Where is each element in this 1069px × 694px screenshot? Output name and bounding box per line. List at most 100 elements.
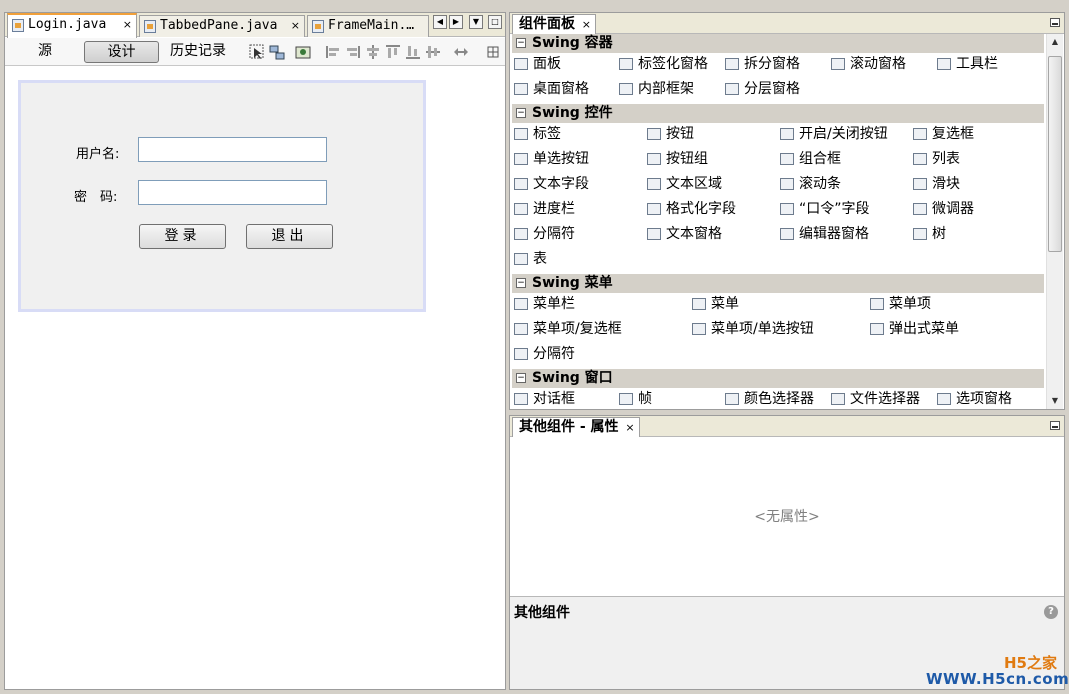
collapse-icon[interactable]: −	[516, 38, 526, 48]
palette-tab[interactable]: 组件面板 ×	[512, 14, 596, 34]
tab-list-icon[interactable]: ▼	[469, 15, 483, 29]
category-swing-containers[interactable]: − Swing 容器	[512, 34, 1044, 53]
palette-item-text-pane[interactable]: 文本窗格	[645, 223, 722, 245]
tab-next-icon[interactable]: ▶	[449, 15, 463, 29]
palette-item-color-chooser[interactable]: 颜色选择器	[723, 388, 814, 410]
palette-item-progress-bar[interactable]: 进度栏	[512, 198, 575, 220]
maximize-icon[interactable]: □	[488, 15, 502, 29]
close-icon[interactable]: ×	[582, 15, 591, 34]
scroll-up-icon[interactable]: ▲	[1047, 34, 1063, 50]
palette-item-label[interactable]: 标签	[512, 123, 561, 145]
category-swing-windows[interactable]: − Swing 窗口	[512, 369, 1044, 388]
internal-frame-icon	[619, 83, 633, 95]
category-swing-menus[interactable]: − Swing 菜单	[512, 274, 1044, 293]
palette-item-text-field[interactable]: 文本字段	[512, 173, 589, 195]
palette-item-editor-pane[interactable]: 编辑器窗格	[778, 223, 869, 245]
help-icon[interactable]: ?	[1044, 605, 1058, 619]
scrollbar-thumb[interactable]	[1048, 56, 1062, 252]
palette-item-split-pane[interactable]: 拆分窗格	[723, 53, 800, 75]
password-field[interactable]	[138, 180, 327, 205]
category-swing-controls[interactable]: − Swing 控件	[512, 104, 1044, 123]
item-label: 表	[533, 251, 547, 267]
collapse-icon[interactable]: −	[516, 108, 526, 118]
palette-item-list[interactable]: 列表	[911, 148, 960, 170]
tab-framemain-java[interactable]: FrameMain.…	[307, 15, 429, 37]
properties-tab[interactable]: 其他组件 - 属性 ×	[512, 417, 640, 437]
palette-item-popup-menu[interactable]: 弹出式菜单	[868, 318, 959, 340]
palette-item-dialog[interactable]: 对话框	[512, 388, 575, 410]
tab-prev-icon[interactable]: ◀	[433, 15, 447, 29]
item-label: 滚动条	[799, 176, 841, 192]
close-icon[interactable]: ×	[123, 15, 132, 35]
editor-pane-icon	[780, 228, 794, 240]
minimize-icon[interactable]	[1050, 421, 1060, 430]
palette-item-button-group[interactable]: 按钮组	[645, 148, 708, 170]
minimize-icon[interactable]	[1050, 18, 1060, 27]
collapse-icon[interactable]: −	[516, 278, 526, 288]
item-label: 菜单项/单选按钮	[711, 321, 814, 337]
combo-box-icon	[780, 153, 794, 165]
palette-item-scroll-pane[interactable]: 滚动窗格	[829, 53, 906, 75]
palette-item-menu[interactable]: 菜单	[690, 293, 739, 315]
palette-item-internal-frame[interactable]: 内部框架	[617, 78, 694, 100]
close-icon[interactable]: ×	[291, 16, 300, 36]
username-field[interactable]	[138, 137, 327, 162]
palette-item-checkbox-menu-item[interactable]: 菜单项/复选框	[512, 318, 622, 340]
center-horizontally-icon[interactable]	[365, 44, 381, 60]
palette-item-scroll-bar[interactable]: 滚动条	[778, 173, 841, 195]
palette-item-button[interactable]: 按钮	[645, 123, 694, 145]
palette-item-slider[interactable]: 滑块	[911, 173, 960, 195]
scroll-down-icon[interactable]: ▼	[1047, 393, 1063, 409]
palette-item-tree[interactable]: 树	[911, 223, 946, 245]
resize-vertical-icon[interactable]	[485, 44, 501, 60]
tab-login-java[interactable]: Login.java ×	[7, 13, 137, 38]
palette-item-frame[interactable]: 帧	[617, 388, 652, 410]
item-label: 列表	[932, 151, 960, 167]
palette-item-layered-pane[interactable]: 分层窗格	[723, 78, 800, 100]
palette-item-combo-box[interactable]: 组合框	[778, 148, 841, 170]
palette-item-menu-separator[interactable]: 分隔符	[512, 343, 575, 365]
resize-horizontal-icon[interactable]	[453, 44, 469, 60]
selection-mode-icon[interactable]	[249, 44, 265, 60]
palette-item-desktop-pane[interactable]: 桌面窗格	[512, 78, 589, 100]
palette-item-spinner[interactable]: 微调器	[911, 198, 974, 220]
preview-design-icon[interactable]	[295, 44, 311, 60]
login-button[interactable]: 登录	[139, 224, 226, 249]
palette-item-password-field[interactable]: “口令”字段	[778, 198, 870, 220]
center-vertically-icon[interactable]	[425, 44, 441, 60]
palette-item-menu-item[interactable]: 菜单项	[868, 293, 931, 315]
item-label: 分隔符	[533, 346, 575, 362]
exit-button[interactable]: 退出	[246, 224, 333, 249]
palette-item-panel[interactable]: 面板	[512, 53, 561, 75]
item-label: 树	[932, 226, 946, 242]
align-top-icon[interactable]	[385, 44, 401, 60]
design-button[interactable]: 设计	[84, 41, 159, 63]
palette-item-text-area[interactable]: 文本区域	[645, 173, 722, 195]
palette-item-tabbed-pane[interactable]: 标签化窗格	[617, 53, 708, 75]
item-label: 文本窗格	[666, 226, 722, 242]
history-button[interactable]: 历史记录	[163, 41, 233, 63]
text-area-icon	[647, 178, 661, 190]
palette-item-formatted-field[interactable]: 格式化字段	[645, 198, 736, 220]
palette-item-menu-bar[interactable]: 菜单栏	[512, 293, 575, 315]
palette-item-table[interactable]: 表	[512, 248, 547, 270]
palette-item-file-chooser[interactable]: 文件选择器	[829, 388, 920, 410]
connection-mode-icon[interactable]	[269, 44, 285, 60]
menu-bar-icon	[514, 298, 528, 310]
palette-item-separator[interactable]: 分隔符	[512, 223, 575, 245]
palette-item-toolbar[interactable]: 工具栏	[935, 53, 998, 75]
tab-tabbedpane-java[interactable]: TabbedPane.java ×	[139, 15, 305, 37]
editor-toolbar: 源 设计 历史记录	[5, 38, 505, 66]
palette-scrollbar[interactable]: ▲ ▼	[1046, 34, 1063, 409]
source-button[interactable]: 源	[25, 41, 65, 63]
palette-item-radio-menu-item[interactable]: 菜单项/单选按钮	[690, 318, 814, 340]
align-right-icon[interactable]	[345, 44, 361, 60]
palette-item-toggle-button[interactable]: 开启/关闭按钮	[778, 123, 888, 145]
palette-item-radio-button[interactable]: 单选按钮	[512, 148, 589, 170]
palette-item-checkbox[interactable]: 复选框	[911, 123, 974, 145]
collapse-icon[interactable]: −	[516, 373, 526, 383]
align-bottom-icon[interactable]	[405, 44, 421, 60]
align-left-icon[interactable]	[325, 44, 341, 60]
palette-item-option-pane[interactable]: 选项窗格	[935, 388, 1012, 410]
close-icon[interactable]: ×	[625, 418, 634, 437]
